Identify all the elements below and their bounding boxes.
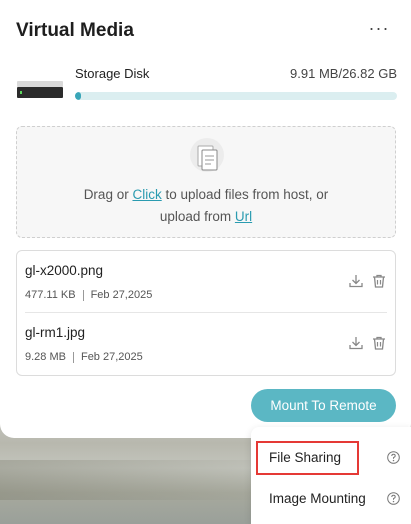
dropzone-instructions-line2: upload from Url <box>17 209 395 224</box>
url-upload-link[interactable]: Url <box>235 209 252 224</box>
download-icon[interactable] <box>348 335 364 351</box>
click-upload-link[interactable]: Click <box>132 187 161 202</box>
panel-title: Virtual Media <box>16 20 134 41</box>
menu-item-image-mounting[interactable]: Image Mounting <box>251 479 411 519</box>
file-list-item: gl-rm1.jpg 9.28 MB Feb 27,2025 <box>17 313 395 375</box>
file-list-item: gl-x2000.png 477.11 KB Feb 27,2025 <box>17 251 395 313</box>
help-circle-icon[interactable] <box>387 492 400 505</box>
trash-icon[interactable] <box>371 335 387 351</box>
meta-divider <box>82 289 84 301</box>
storage-usage-bar <box>75 92 397 100</box>
file-size: 477.11 KB <box>25 289 76 301</box>
mount-to-remote-button[interactable]: Mount To Remote <box>251 389 396 422</box>
help-circle-icon[interactable] <box>387 451 400 464</box>
dropzone-instructions-line1: Drag or Click to upload files from host,… <box>17 187 395 202</box>
menu-item-label: File Sharing <box>269 450 342 465</box>
uploaded-file-list: gl-x2000.png 477.11 KB Feb 27,2025 gl-rm… <box>16 250 396 376</box>
file-size: 9.28 MB <box>25 351 66 363</box>
file-meta: 477.11 KB Feb 27,2025 <box>25 289 152 301</box>
dropzone-text-prefix: Drag or <box>83 187 133 202</box>
upload-dropzone[interactable]: Drag or Click to upload files from host,… <box>16 126 396 238</box>
file-date: Feb 27,2025 <box>90 289 153 301</box>
more-options-button[interactable]: ··· <box>366 18 392 40</box>
trash-icon[interactable] <box>371 273 387 289</box>
storage-disk-icon <box>17 81 63 98</box>
file-meta: 9.28 MB Feb 27,2025 <box>25 351 143 363</box>
upload-files-icon <box>190 138 224 172</box>
storage-disk-name: Storage Disk <box>75 66 150 81</box>
storage-usage-fill <box>75 92 81 100</box>
menu-item-file-sharing[interactable]: File Sharing <box>251 438 411 478</box>
file-name: gl-rm1.jpg <box>25 325 86 340</box>
file-name: gl-x2000.png <box>25 263 104 278</box>
dropzone-text-url-prefix: upload from <box>159 209 235 224</box>
mount-options-dropdown: File Sharing Image Mounting <box>251 427 411 524</box>
storage-disk-size: 9.91 MB/26.82 GB <box>290 66 397 81</box>
meta-divider <box>72 351 74 363</box>
download-icon[interactable] <box>348 273 364 289</box>
menu-item-label: Image Mounting <box>269 491 366 506</box>
file-date: Feb 27,2025 <box>80 351 143 363</box>
virtual-media-panel: Virtual Media ··· Storage Disk 9.91 MB/2… <box>0 0 411 438</box>
dropzone-text-suffix: to upload files from host, or <box>161 187 329 202</box>
